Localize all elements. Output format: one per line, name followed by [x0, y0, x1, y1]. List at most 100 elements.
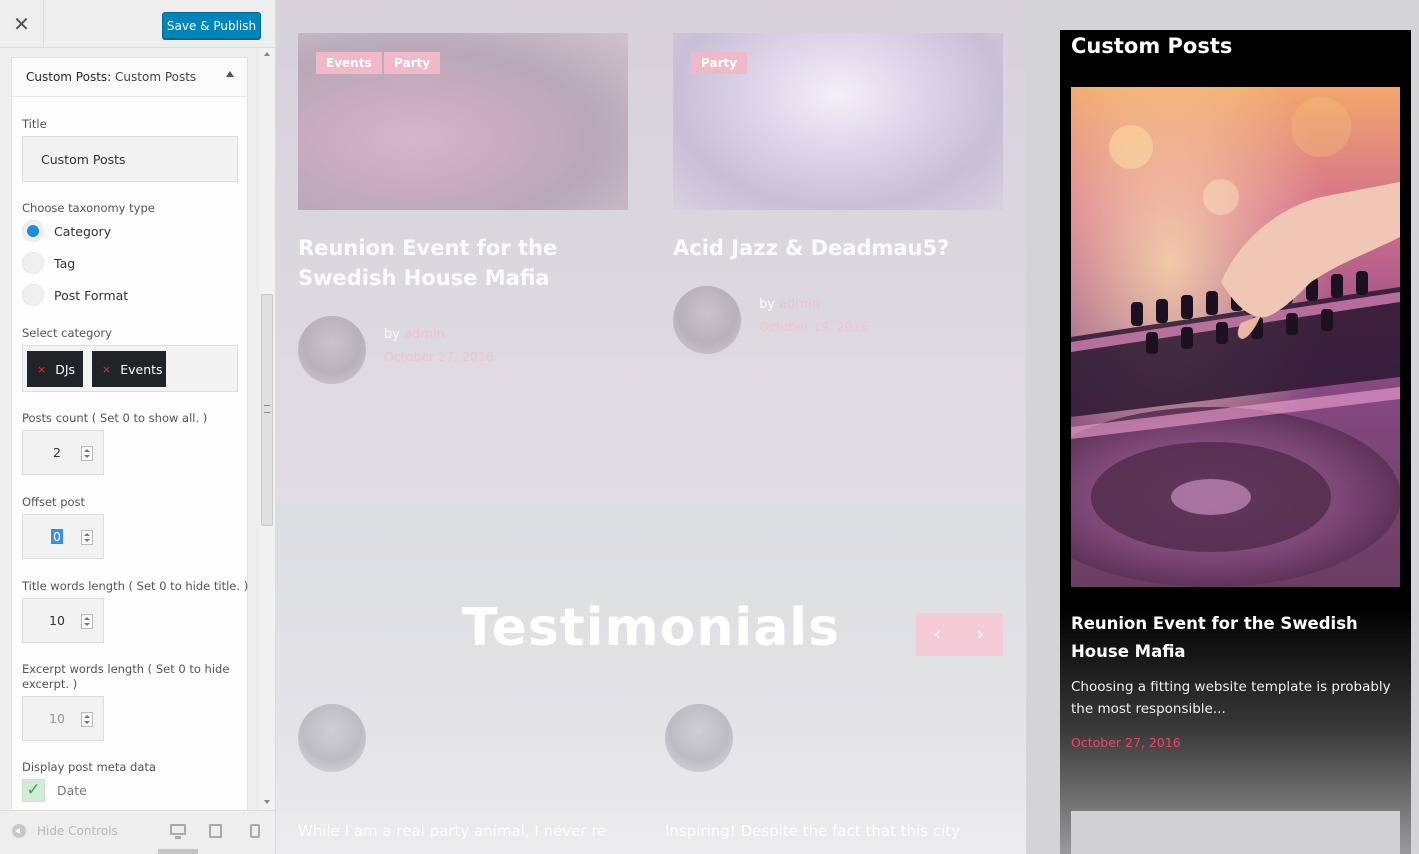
custom-posts-widget-form: Custom Posts: Custom Posts Title Custom …: [11, 57, 248, 810]
author-link[interactable]: admin: [779, 297, 820, 312]
mobile-preview-icon[interactable]: [250, 824, 260, 838]
radio-unselected-icon: [22, 284, 44, 306]
testimonials-heading: Testimonials: [462, 598, 841, 658]
category-chip-djs[interactable]: × DJs: [27, 351, 83, 387]
posts-count-value: 2: [53, 445, 61, 460]
site-preview: Events Party Party Reunion Event for the…: [276, 0, 1419, 854]
title-words-label: Title words length ( Set 0 to hide title…: [22, 579, 249, 593]
category-chip-events[interactable]: × Events: [92, 351, 166, 387]
widget-header[interactable]: Custom Posts: Custom Posts: [12, 58, 247, 97]
save-publish-button[interactable]: Save & Publish: [162, 12, 261, 39]
dj-mixer-photo: [1071, 87, 1400, 587]
author-avatar: [298, 316, 366, 384]
offset-label: Offset post: [22, 495, 86, 509]
radio-category-label: Category: [54, 223, 112, 239]
posts-count-label: Posts count ( Set 0 to show all. ): [22, 411, 208, 425]
hide-controls-button[interactable]: Hide Controls: [12, 824, 118, 838]
remove-chip-icon[interactable]: ×: [37, 363, 46, 376]
post-tag[interactable]: Events: [316, 52, 382, 74]
widget-instance-title: Custom Posts: [115, 70, 197, 84]
testimonial-quote: Inspiring! Despite the fact that this ci…: [665, 822, 961, 840]
title-input[interactable]: Custom Posts: [22, 136, 238, 182]
collapse-arrow-icon[interactable]: [226, 71, 234, 77]
radio-tag[interactable]: Tag: [22, 251, 75, 275]
title-label: Title: [22, 117, 47, 131]
offset-value: 0: [51, 529, 63, 544]
radio-post-format[interactable]: Post Format: [22, 283, 128, 307]
widget-post-title[interactable]: Reunion Event for the Swedish House Mafi…: [1071, 610, 1401, 666]
by-text: by: [384, 327, 400, 342]
title-words-value: 10: [49, 613, 65, 628]
desktop-preview-icon[interactable]: [170, 824, 186, 839]
panel-header: ✕ Save & Publish: [0, 0, 275, 48]
by-text: by: [759, 297, 775, 312]
excerpt-words-label-cont: excerpt. ): [22, 677, 78, 691]
category-multiselect[interactable]: × DJs × Events: [22, 345, 238, 392]
chip-label: Events: [120, 361, 163, 377]
custom-posts-widget-preview: Custom Posts Reunion Event for the Swedi…: [1060, 30, 1411, 854]
post-thumbnail[interactable]: Party: [673, 33, 1003, 210]
radio-post-format-label: Post Format: [54, 287, 129, 303]
blog-posts-section: Events Party Party Reunion Event for the…: [276, 0, 1026, 502]
chip-label: DJs: [55, 361, 76, 377]
close-icon: ✕: [13, 12, 30, 36]
collapse-left-icon: [12, 824, 26, 838]
posts-count-stepper[interactable]: 2: [22, 430, 104, 475]
meta-label: Display post meta data: [22, 760, 156, 774]
widget-type-label: Custom Posts:: [26, 70, 112, 84]
select-category-label: Select category: [22, 326, 112, 340]
widget-post-excerpt: Choosing a fitting website template is p…: [1071, 679, 1391, 717]
scrollbar-thumb[interactable]: [261, 294, 273, 526]
post-byline: by admin: [384, 327, 445, 342]
excerpt-words-label: Excerpt words length ( Set 0 to hide: [22, 662, 230, 676]
spinner-arrows-icon[interactable]: [81, 446, 93, 461]
post-date: October 19, 2016: [759, 319, 869, 334]
prev-arrow-icon[interactable]: ‹: [916, 613, 959, 656]
scroll-up-icon[interactable]: [264, 52, 270, 56]
scroll-down-icon[interactable]: [264, 800, 270, 804]
meta-date-checkbox[interactable]: ✓ Date: [22, 778, 87, 802]
grip-icon: [264, 405, 270, 413]
meta-date-label: Date: [57, 782, 87, 798]
featured-image[interactable]: [1071, 87, 1400, 587]
author-avatar: [673, 286, 741, 354]
title-words-stepper[interactable]: 10: [22, 598, 104, 643]
excerpt-words-value: 10: [49, 711, 65, 726]
post-tag[interactable]: Party: [691, 52, 748, 74]
spinner-arrows-icon[interactable]: [81, 530, 93, 545]
customizer-screen: ✕ Save & Publish Custom Posts: Custom Po…: [0, 0, 1419, 854]
testimonial-avatar: [298, 704, 366, 772]
active-device-indicator: [158, 849, 198, 854]
customizer-panel: ✕ Save & Publish Custom Posts: Custom Po…: [0, 0, 276, 854]
post-thumbnail[interactable]: Events Party: [298, 33, 628, 210]
hide-controls-label: Hide Controls: [37, 824, 118, 838]
post-byline: by admin: [759, 297, 820, 312]
widget-heading: Custom Posts: [1071, 34, 1233, 58]
radio-selected-icon: [22, 220, 44, 242]
checkmark-icon: ✓: [22, 778, 45, 802]
tablet-preview-icon[interactable]: [209, 824, 222, 838]
panel-scrollbar[interactable]: [259, 48, 275, 810]
post-date: October 27, 2016: [384, 349, 494, 364]
author-link[interactable]: admin: [404, 327, 445, 342]
post-title[interactable]: Acid Jazz & Deadmau5?: [673, 233, 993, 263]
spinner-arrows-icon[interactable]: [81, 614, 93, 629]
radio-tag-label: Tag: [54, 255, 76, 271]
widget-controls-area: Custom Posts: Custom Posts Title Custom …: [0, 48, 259, 810]
testimonials-nav: ‹ ›: [916, 613, 1003, 656]
radio-category[interactable]: Category: [22, 219, 111, 243]
radio-unselected-icon: [22, 252, 44, 274]
taxonomy-label: Choose taxonomy type: [22, 201, 155, 215]
offset-stepper[interactable]: 0: [22, 514, 104, 559]
testimonial-avatar: [665, 704, 733, 772]
excerpt-words-stepper[interactable]: 10: [22, 696, 104, 741]
post-title[interactable]: Reunion Event for the Swedish House Mafi…: [298, 233, 618, 293]
close-customizer-button[interactable]: ✕: [0, 0, 44, 48]
next-post-thumbnail[interactable]: [1071, 811, 1400, 854]
post-tag[interactable]: Party: [384, 52, 441, 74]
testimonials-section: Testimonials ‹ › While I am a real party…: [276, 502, 1026, 854]
remove-chip-icon[interactable]: ×: [102, 363, 111, 376]
testimonial-quote: While I am a real party animal, I never …: [298, 822, 607, 840]
spinner-arrows-icon[interactable]: [81, 712, 93, 727]
next-arrow-icon[interactable]: ›: [959, 613, 1002, 656]
